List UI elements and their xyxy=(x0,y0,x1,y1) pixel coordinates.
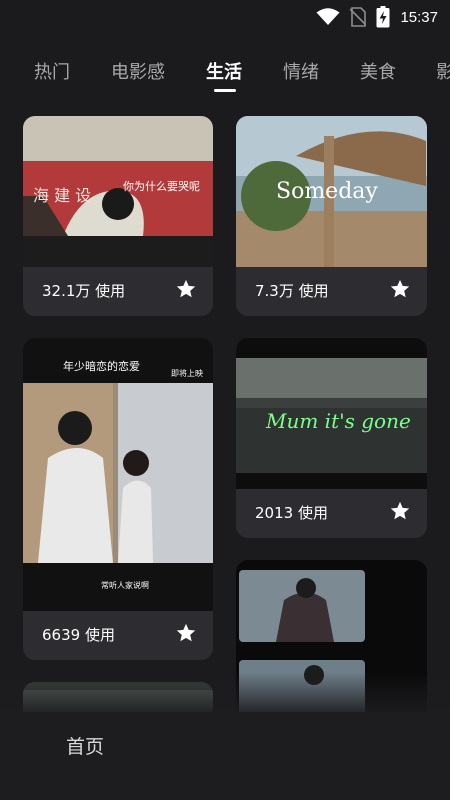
card-footer: 32.1万 使用 xyxy=(23,266,213,316)
star-icon[interactable] xyxy=(175,278,197,300)
tab-film[interactable]: 影 xyxy=(436,58,450,84)
template-thumbnail[interactable]: 年少暗恋的恋爱 即将上映 常听人家说啊 xyxy=(23,338,213,611)
status-icons: 15:37 xyxy=(316,6,438,28)
usage-count: 2013 使用 xyxy=(255,504,328,522)
banner-text: 海 建 设 xyxy=(33,186,91,205)
category-tabs: 热门 电影感 生活 情绪 美食 影 xyxy=(0,50,450,94)
thumbnail-image: Mum it's gone xyxy=(236,338,427,489)
caption-text: 常听人家说啊 xyxy=(101,580,149,590)
nav-home[interactable]: 首页 xyxy=(66,732,104,759)
thumbnail-image: Someday xyxy=(236,116,427,267)
template-thumbnail[interactable]: 海 建 设 你为什么要哭呢 xyxy=(23,116,213,267)
card-footer: 2013 使用 xyxy=(236,488,427,538)
no-sim-icon xyxy=(350,7,367,27)
thumbnail-image: 海 建 设 你为什么要哭呢 xyxy=(23,116,213,267)
tab-life[interactable]: 生活 xyxy=(206,58,242,84)
overlay-text: 你为什么要哭呢 xyxy=(123,180,200,193)
nav-fade xyxy=(0,672,450,712)
overlay-text: Someday xyxy=(276,179,378,204)
overlay-text: 年少暗恋的恋爱 xyxy=(63,359,140,373)
tab-food[interactable]: 美食 xyxy=(360,58,396,84)
usage-count: 6639 使用 xyxy=(42,626,115,644)
star-icon[interactable] xyxy=(175,622,197,644)
template-card[interactable]: Mum it's gone 2013 使用 xyxy=(236,338,427,538)
usage-count: 32.1万 使用 xyxy=(42,282,126,300)
tab-mood[interactable]: 情绪 xyxy=(283,58,319,84)
bottom-nav: 首页 xyxy=(0,672,450,800)
template-card[interactable]: 海 建 设 你为什么要哭呢 32.1万 使用 xyxy=(23,116,213,316)
template-thumbnail[interactable]: Someday xyxy=(236,116,427,267)
card-footer: 7.3万 使用 xyxy=(236,266,427,316)
usage-count: 7.3万 使用 xyxy=(255,282,329,300)
thumbnail-image: 年少暗恋的恋爱 即将上映 常听人家说啊 xyxy=(23,338,213,611)
top-right-text: 即将上映 xyxy=(171,368,203,378)
tab-cinematic[interactable]: 电影感 xyxy=(111,58,165,84)
star-icon[interactable] xyxy=(389,278,411,300)
template-card[interactable]: 年少暗恋的恋爱 即将上映 常听人家说啊 6639 使用 xyxy=(23,338,213,660)
star-icon[interactable] xyxy=(389,500,411,522)
wifi-icon xyxy=(316,8,340,25)
template-thumbnail[interactable]: Mum it's gone xyxy=(236,338,427,489)
tab-hot[interactable]: 热门 xyxy=(34,58,70,84)
template-card[interactable]: Someday 7.3万 使用 xyxy=(236,116,427,316)
status-time: 15:37 xyxy=(400,8,438,26)
overlay-text: Mum it's gone xyxy=(265,409,411,433)
tab-indicator xyxy=(214,89,236,92)
card-footer: 6639 使用 xyxy=(23,610,213,660)
battery-charging-icon xyxy=(376,6,390,28)
status-bar: 15:37 xyxy=(0,0,450,34)
